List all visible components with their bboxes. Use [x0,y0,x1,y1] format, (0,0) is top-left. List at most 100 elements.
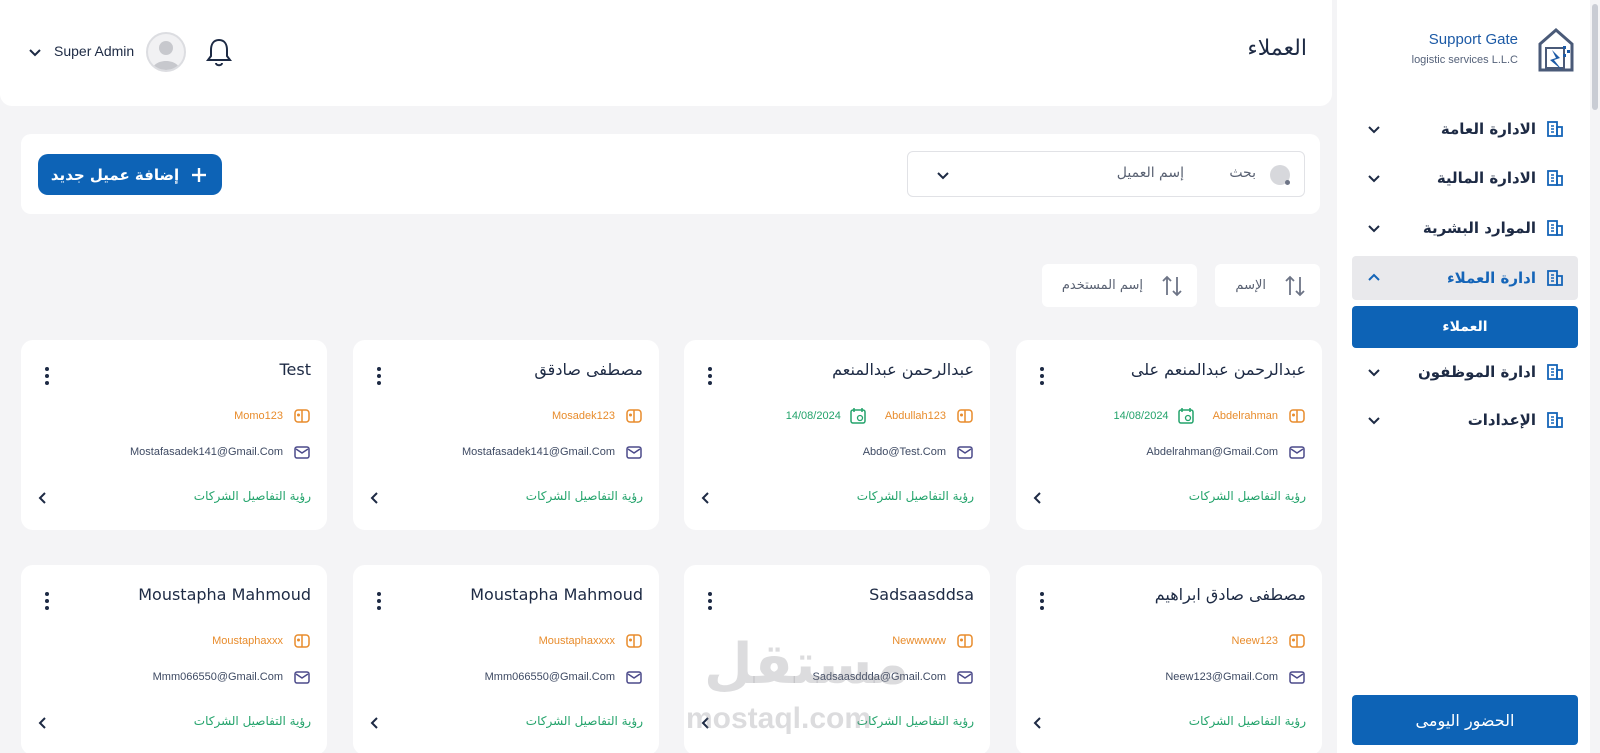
client-username: Abdullah123 [884,410,946,422]
client-name: عبدالرحمن عبدالمنعم على [1130,360,1306,379]
client-meta-row: Neew123 [1232,631,1306,651]
scrollbar-thumb[interactable] [1592,4,1598,110]
client-card[interactable]: Sadsaasddsa Newwwww Sadsaasddda@Gmail.Com ر… [684,565,990,753]
add-client-label: إضافة عميل جديد [50,165,180,184]
client-email: Abdelrahman@Gmail.Com [1146,446,1278,458]
building-icon [1544,217,1566,239]
client-username: Momo123 [234,410,283,422]
mail-icon [626,446,642,459]
search-label: بحث [1229,165,1256,181]
client-name: Sadsaasddsa [869,585,974,604]
view-details-link[interactable]: رؤية التفاصيل الشركات [857,714,974,728]
chevron-left-icon[interactable] [35,490,51,506]
client-date: 14/08/2024 [785,410,841,422]
more-options-icon[interactable] [371,589,387,613]
chevron-left-icon[interactable] [698,715,714,731]
chevron-up-icon [1368,273,1380,281]
sidebar-item-label: الادارة المالية [1436,169,1536,187]
user-id-icon [1289,634,1305,648]
calendar-icon [1177,408,1194,424]
client-email: Mostafasadek141@Gmail.Com [461,446,615,458]
building-icon [1544,118,1566,140]
more-options-icon[interactable] [1034,364,1050,388]
sidebar-subitem-clients[interactable]: العملاء [1352,306,1578,348]
sidebar-item-general-admin[interactable]: الادارة العامة [1352,107,1578,151]
client-email-row: Sadsaasddda@Gmail.Com [813,667,974,687]
client-card[interactable]: عبدالرحمن عبدالمنعم Abdullah123 14/08/2024… [684,340,990,530]
chevron-down-icon[interactable] [934,166,952,184]
more-options-icon[interactable] [1034,589,1050,613]
more-options-icon[interactable] [702,589,718,613]
client-card[interactable]: مصطفى صادق ابراهيم Neew123 Neew123@Gmail.C… [1016,565,1322,753]
client-name: Moustapha Mahmoud [470,585,643,604]
brand-logo[interactable]: Support Gate logistic services L.L.C [1396,26,1576,78]
sidebar-item-hr[interactable]: الموارد البشرية [1352,206,1578,250]
plus-icon [192,167,207,182]
client-card[interactable]: Moustapha Mahmoud Moustaphaxxx Mmm066550@G… [21,565,327,753]
daily-attendance-button[interactable]: الحضور اليومى [1352,695,1578,745]
more-options-icon[interactable] [371,364,387,388]
more-options-icon[interactable] [702,364,718,388]
client-meta-row: Mosadek123 [552,406,643,426]
search-input[interactable]: بحث إسم العميل [907,151,1305,197]
chevron-left-icon[interactable] [1030,490,1046,506]
sidebar-item-employees[interactable]: ادارة الموظفون [1352,350,1578,394]
client-meta-row: Abdullah123 14/08/2024 [786,406,974,426]
chevron-left-icon[interactable] [698,490,714,506]
client-date: 14/08/2024 [1113,410,1169,422]
sidebar-item-label: ادارة العملاء [1446,269,1536,287]
mail-icon [294,671,310,684]
client-email: Mostafasadek141@Gmail.Com [129,446,283,458]
chevron-left-icon[interactable] [1030,715,1046,731]
top-bar: العملاء Super Admin [0,0,1332,106]
chevron-left-icon[interactable] [367,490,383,506]
sidebar-item-label: الموارد البشرية [1422,219,1536,237]
sort-by-name-button[interactable]: الإسم [1215,264,1320,307]
view-details-link[interactable]: رؤية التفاصيل الشركات [194,714,311,728]
mail-icon [626,671,642,684]
chevron-down-icon [1368,175,1380,183]
client-email-row: Mostafasadek141@Gmail.Com [130,442,311,462]
sidebar-item-finance[interactable]: الادارة المالية [1352,156,1578,200]
user-name[interactable]: Super Admin [54,43,134,59]
sidebar-item-settings[interactable]: الإعدادات [1352,398,1578,442]
client-meta-row: Moustaphaxxx [212,631,311,651]
avatar[interactable] [146,32,186,72]
sort-by-username-label: إسم المستخدم [1061,278,1143,293]
client-meta-row: Momo123 [234,406,311,426]
view-details-link[interactable]: رؤية التفاصيل الشركات [857,489,974,503]
client-username: Neew123 [1231,635,1278,647]
client-card[interactable]: Moustapha Mahmoud Moustaphaxxxx Mmm066550@… [353,565,659,753]
user-id-icon [626,634,642,648]
client-card[interactable]: مصطفى صادقق Mosadek123 Mostafasadek141@Gma… [353,340,659,530]
add-client-button[interactable]: إضافة عميل جديد [38,154,222,195]
bell-icon[interactable] [205,36,233,68]
calendar-icon [850,408,866,424]
chevron-left-icon[interactable] [35,715,51,731]
page-title: العملاء [1247,36,1307,61]
sort-by-name-label: الإسم [1235,278,1266,293]
client-card[interactable]: عبدالرحمن عبدالمنعم على Abdelrahman 14/08/… [1016,340,1322,530]
view-details-link[interactable]: رؤية التفاصيل الشركات [194,489,311,503]
view-details-link[interactable]: رؤية التفاصيل الشركات [526,489,643,503]
view-details-link[interactable]: رؤية التفاصيل الشركات [1189,714,1306,728]
more-options-icon[interactable] [39,364,55,388]
more-options-icon[interactable] [39,589,55,613]
user-id-icon [294,409,310,423]
building-icon [1544,267,1566,289]
scrollbar[interactable] [1590,0,1600,753]
chevron-down-icon [1368,126,1380,134]
client-card[interactable]: Test Momo123 Mostafasadek141@Gmail.Com رؤية… [21,340,327,530]
chevron-left-icon[interactable] [367,715,383,731]
view-details-link[interactable]: رؤية التفاصيل الشركات [526,714,643,728]
search-field-select[interactable]: إسم العميل [1117,165,1184,181]
client-email: Mmm066550@Gmail.Com [152,671,283,683]
sidebar-item-clients-management[interactable]: ادارة العملاء [1352,256,1578,300]
chevron-down-icon[interactable] [26,43,44,61]
chevron-down-icon [1368,417,1380,425]
view-details-link[interactable]: رؤية التفاصيل الشركات [1189,489,1306,503]
client-email-row: Abdo@Test.Com [863,442,974,462]
sort-by-username-button[interactable]: إسم المستخدم [1042,264,1197,307]
chevron-down-icon [1368,369,1380,377]
client-email-row: Mostafasadek141@Gmail.Com [462,442,643,462]
